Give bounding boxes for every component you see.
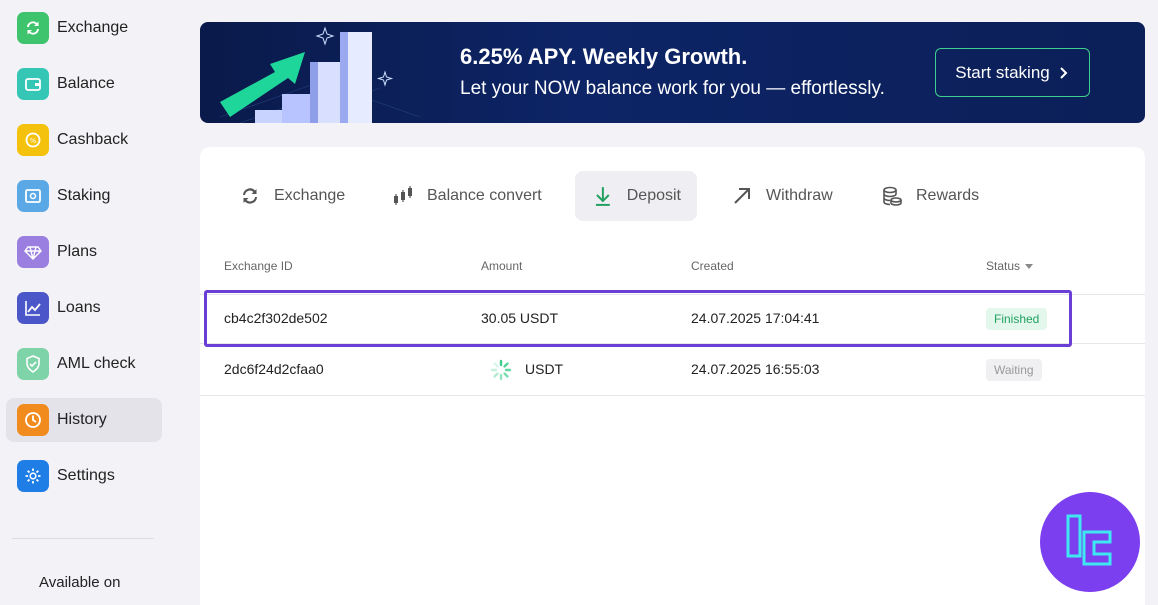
coins-icon bbox=[883, 186, 902, 206]
download-arrow-icon bbox=[595, 187, 610, 206]
history-card: Exchange Balance convert Deposit Withdra… bbox=[200, 147, 1145, 605]
sidebar: Exchange Balance % Cashback Staking Plan… bbox=[0, 0, 170, 605]
sidebar-item-balance[interactable]: Balance bbox=[6, 62, 162, 106]
tab-rewards[interactable]: Rewards bbox=[864, 171, 995, 221]
staking-banner[interactable]: 6.25% APY. Weekly Growth. Let your NOW b… bbox=[200, 22, 1145, 123]
safe-icon bbox=[17, 180, 49, 212]
table-divider bbox=[200, 343, 1145, 344]
start-staking-label: Start staking bbox=[955, 62, 1050, 82]
sidebar-item-label: AML check bbox=[57, 355, 136, 372]
candles-icon bbox=[394, 186, 412, 205]
gear-icon bbox=[17, 460, 49, 492]
sidebar-item-label: History bbox=[57, 411, 107, 428]
sidebar-item-label: Loans bbox=[57, 299, 101, 316]
column-header-exchange-id: Exchange ID bbox=[224, 259, 293, 273]
start-staking-button[interactable]: Start staking bbox=[935, 48, 1090, 97]
sidebar-item-label: Plans bbox=[57, 243, 98, 260]
sidebar-item-label: Balance bbox=[57, 75, 115, 92]
sidebar-item-cashback[interactable]: % Cashback bbox=[6, 118, 162, 162]
created-cell: 24.07.2025 17:04:41 bbox=[691, 310, 820, 326]
column-header-status[interactable]: Status bbox=[986, 259, 1034, 273]
cashback-icon: % bbox=[17, 124, 49, 156]
sidebar-item-staking[interactable]: Staking bbox=[6, 174, 162, 218]
sort-caret-down-icon bbox=[1025, 263, 1034, 269]
diamond-icon bbox=[17, 236, 49, 268]
exchange-id-cell[interactable]: 2dc6f24d2cfaa0 bbox=[224, 361, 324, 377]
column-header-created: Created bbox=[691, 259, 734, 273]
sidebar-item-aml-check[interactable]: AML check bbox=[6, 342, 162, 386]
tab-label: Exchange bbox=[274, 187, 346, 204]
sidebar-item-label: Exchange bbox=[57, 19, 129, 36]
tab-label: Rewards bbox=[916, 187, 980, 204]
status-header-label: Status bbox=[986, 259, 1021, 273]
tab-withdraw[interactable]: Withdraw bbox=[714, 171, 849, 221]
sidebar-item-loans[interactable]: Loans bbox=[6, 286, 162, 330]
clock-icon bbox=[17, 404, 49, 436]
brand-logo-icon bbox=[1066, 514, 1112, 566]
shield-icon bbox=[17, 348, 49, 380]
sidebar-divider bbox=[12, 538, 154, 539]
history-tabs: Exchange Balance convert Deposit Withdra… bbox=[200, 171, 1145, 221]
loading-spinner-icon bbox=[490, 359, 512, 381]
svg-text:%: % bbox=[30, 137, 37, 145]
created-cell: 24.07.2025 16:55:03 bbox=[691, 361, 820, 377]
growth-chart-illustration bbox=[219, 26, 421, 123]
sidebar-item-settings[interactable]: Settings bbox=[6, 454, 162, 498]
sidebar-item-plans[interactable]: Plans bbox=[6, 230, 162, 274]
chevron-right-icon bbox=[1060, 66, 1068, 79]
banner-title: 6.25% APY. Weekly Growth. bbox=[460, 44, 748, 69]
tab-balance-convert[interactable]: Balance convert bbox=[375, 171, 558, 221]
exchange-id-cell[interactable]: cb4c2f302de502 bbox=[224, 310, 328, 326]
status-badge: Waiting bbox=[986, 359, 1042, 381]
tab-label: Deposit bbox=[626, 187, 681, 204]
amount-cell: 30.05 USDT bbox=[481, 310, 559, 326]
arrow-up-right-icon bbox=[734, 188, 750, 204]
tab-label: Balance convert bbox=[427, 187, 542, 204]
sidebar-item-label: Staking bbox=[57, 187, 111, 204]
sidebar-item-history[interactable]: History bbox=[6, 398, 162, 442]
exchange-arrows-icon bbox=[243, 188, 257, 204]
amount-cell: USDT bbox=[525, 361, 564, 377]
chart-icon bbox=[17, 292, 49, 324]
table-divider bbox=[200, 395, 1145, 396]
table-divider bbox=[200, 294, 1145, 295]
tab-deposit[interactable]: Deposit bbox=[575, 171, 697, 221]
sidebar-item-label: Settings bbox=[57, 467, 115, 484]
tab-label: Withdraw bbox=[766, 187, 833, 204]
status-badge: Finished bbox=[986, 308, 1048, 330]
exchange-icon bbox=[17, 12, 49, 44]
tab-exchange[interactable]: Exchange bbox=[222, 171, 361, 221]
column-header-amount: Amount bbox=[481, 259, 523, 273]
watermark-logo bbox=[1040, 492, 1140, 592]
available-on-label: Available on bbox=[39, 574, 121, 591]
sidebar-item-exchange[interactable]: Exchange bbox=[6, 6, 162, 50]
banner-subtitle: Let your NOW balance work for you — effo… bbox=[460, 78, 885, 99]
wallet-icon bbox=[17, 68, 49, 100]
sidebar-item-label: Cashback bbox=[57, 131, 129, 148]
